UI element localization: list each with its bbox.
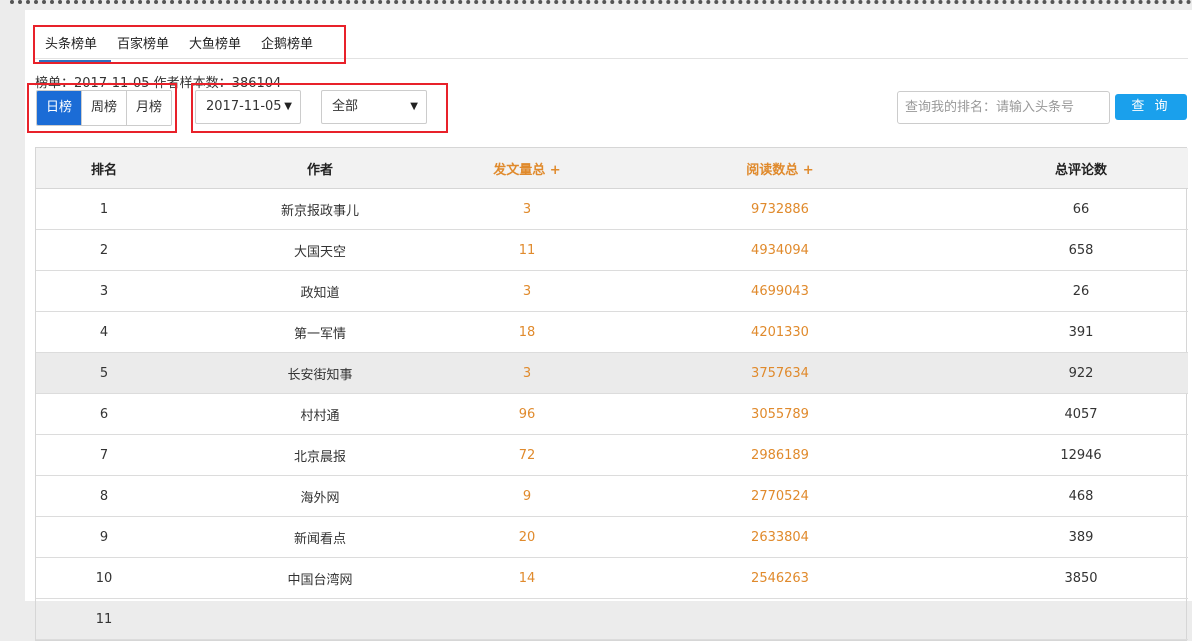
cell-rank: 3 [36, 270, 172, 312]
cell-rank: 6 [36, 393, 172, 435]
cell-rank: 7 [36, 434, 172, 476]
table-row[interactable]: 2 大国天空 11 4934094 658 [36, 229, 1188, 271]
table-row[interactable]: 9 新闻看点 20 2633804 389 [36, 516, 1188, 558]
cell-author [172, 598, 468, 640]
cell-article-count: 96 [468, 393, 586, 435]
cell-article-count [468, 598, 586, 640]
cell-read-count: 9732886 [586, 188, 974, 230]
cell-comments: 389 [974, 516, 1188, 558]
search-input[interactable]: 查询我的排名：请输入头条号 [897, 91, 1110, 124]
cell-author: 村村通 [172, 393, 468, 435]
cell-comments: 391 [974, 311, 1188, 353]
cell-comments [974, 598, 1188, 640]
cell-read-count: 3055789 [586, 393, 974, 435]
cell-comments: 658 [974, 229, 1188, 271]
cell-article-count: 11 [468, 229, 586, 271]
cell-author: 大国天空 [172, 229, 468, 271]
cell-rank: 10 [36, 557, 172, 599]
cell-article-count: 3 [468, 352, 586, 394]
col-read-count-sort[interactable]: 阅读数总 + [586, 148, 974, 189]
cell-article-count: 20 [468, 516, 586, 558]
ranking-panel: 头条榜单 百家榜单 大鱼榜单 企鹅榜单 榜单：2017-11-05 作者样本数：… [25, 10, 1192, 641]
cell-rank: 1 [36, 188, 172, 230]
cell-rank: 2 [36, 229, 172, 271]
cell-author: 新闻看点 [172, 516, 468, 558]
cell-article-count: 14 [468, 557, 586, 599]
table-row[interactable]: 6 村村通 96 3055789 4057 [36, 393, 1188, 435]
cell-comments: 4057 [974, 393, 1188, 435]
highlight-box-tabs [33, 25, 346, 64]
table-row[interactable]: 8 海外网 9 2770524 468 [36, 475, 1188, 517]
cell-author: 中国台湾网 [172, 557, 468, 599]
top-border [10, 0, 1192, 8]
cell-article-count: 3 [468, 270, 586, 312]
table-row[interactable]: 11 [36, 598, 1188, 640]
col-comments: 总评论数 [974, 148, 1188, 189]
cell-author: 北京晨报 [172, 434, 468, 476]
cell-read-count: 2770524 [586, 475, 974, 517]
cell-article-count: 9 [468, 475, 586, 517]
cell-author: 政知道 [172, 270, 468, 312]
table-row[interactable]: 7 北京晨报 72 2986189 12946 [36, 434, 1188, 476]
cell-comments: 468 [974, 475, 1188, 517]
cell-rank: 4 [36, 311, 172, 353]
cell-read-count: 4201330 [586, 311, 974, 353]
cell-read-count: 2633804 [586, 516, 974, 558]
cell-comments: 3850 [974, 557, 1188, 599]
cell-read-count: 2546263 [586, 557, 974, 599]
highlight-box-period [27, 83, 177, 133]
cell-rank: 8 [36, 475, 172, 517]
table-row[interactable]: 10 中国台湾网 14 2546263 3850 [36, 557, 1188, 599]
cell-read-count: 4934094 [586, 229, 974, 271]
cell-article-count: 72 [468, 434, 586, 476]
cell-read-count [586, 598, 974, 640]
table-header-row: 排名 作者 发文量总 + 阅读数总 + 总评论数 [36, 148, 1188, 189]
cell-rank: 9 [36, 516, 172, 558]
col-rank: 排名 [36, 148, 172, 189]
table-row[interactable]: 3 政知道 3 4699043 26 [36, 270, 1188, 312]
table-row[interactable]: 5 长安街知事 3 3757634 922 [36, 352, 1188, 394]
table-row[interactable]: 4 第一军情 18 4201330 391 [36, 311, 1188, 353]
ranking-table: 排名 作者 发文量总 + 阅读数总 + 总评论数 1 新京报政事儿 3 9732886… [35, 147, 1188, 641]
cell-article-count: 3 [468, 188, 586, 230]
cell-read-count: 2986189 [586, 434, 974, 476]
cell-author: 长安街知事 [172, 352, 468, 394]
cell-read-count: 4699043 [586, 270, 974, 312]
cell-author: 第一军情 [172, 311, 468, 353]
cell-comments: 12946 [974, 434, 1188, 476]
table-row[interactable]: 1 新京报政事儿 3 9732886 66 [36, 188, 1188, 230]
cell-article-count: 18 [468, 311, 586, 353]
cell-comments: 66 [974, 188, 1188, 230]
cell-author: 海外网 [172, 475, 468, 517]
col-article-count-sort[interactable]: 发文量总 + [468, 148, 586, 189]
search-button[interactable]: 查 询 [1115, 94, 1187, 120]
cell-rank: 5 [36, 352, 172, 394]
cell-comments: 922 [974, 352, 1188, 394]
cell-rank: 11 [36, 598, 172, 640]
cell-comments: 26 [974, 270, 1188, 312]
col-author: 作者 [172, 148, 468, 189]
cell-author: 新京报政事儿 [172, 188, 468, 230]
highlight-box-filters [191, 83, 448, 133]
cell-read-count: 3757634 [586, 352, 974, 394]
